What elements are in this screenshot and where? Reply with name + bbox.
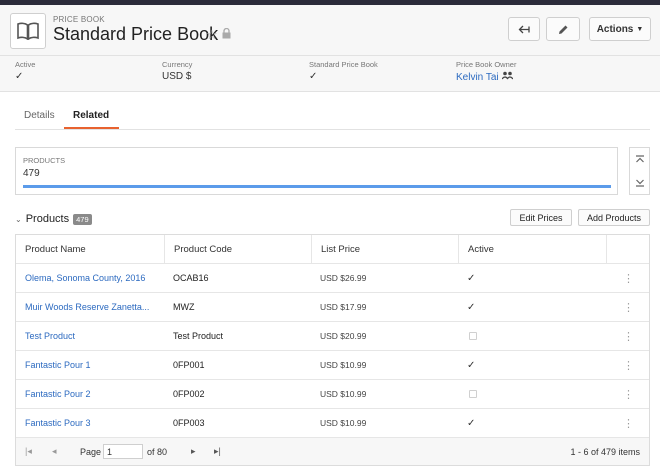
scroll-to-top-icon[interactable] (635, 151, 645, 169)
row-menu-icon[interactable]: ⋮ (623, 359, 634, 372)
row-menu-icon[interactable]: ⋮ (623, 301, 634, 314)
list-price: USD $17.99 (320, 302, 367, 312)
star-icon[interactable]: ☆ (206, 27, 218, 43)
table-row: Olema, Sonoma County, 2016 OCAB16 USD $26.… (16, 264, 649, 293)
table-header-row: Product Name Product Code List Price Act… (16, 235, 649, 264)
field-value: ✓ (15, 71, 24, 82)
product-code: Test Product (173, 331, 224, 341)
field-currency: Currency USD $ (162, 60, 192, 82)
edit-prices-button[interactable]: Edit Prices (510, 209, 572, 226)
lock-icon (222, 26, 231, 44)
product-code: 0FP003 (173, 418, 205, 428)
section-title: Products (25, 213, 70, 225)
tab-related[interactable]: Related (73, 110, 109, 121)
count-badge: 479 (73, 213, 92, 225)
first-page-icon[interactable]: |◂ (25, 438, 32, 465)
last-page-icon[interactable]: ▸| (214, 438, 221, 465)
products-section-header[interactable]: ⌄ Products 479 (15, 213, 92, 225)
product-name-link[interactable]: Fantastic Pour 3 (25, 418, 91, 428)
page-number-input[interactable] (103, 444, 143, 459)
edit-button[interactable] (546, 17, 580, 41)
field-label: Currency (162, 60, 193, 69)
field-active: Active ✓ (15, 60, 35, 82)
checkmark-icon: ✓ (467, 359, 476, 371)
table-row: Fantastic Pour 1 0FP001 USD $10.99 ✓ ⋮ (16, 351, 649, 380)
main-content: Details Related PRODUCTS 479 ⌄ Products … (0, 92, 660, 470)
page-title: Standard Price Book (53, 24, 219, 44)
add-products-button[interactable]: Add Products (578, 209, 650, 226)
chevron-down-icon[interactable]: ⌄ (15, 215, 22, 224)
summary-value: 479 (23, 168, 40, 179)
tab-bar: Details Related (15, 92, 650, 130)
product-name-link[interactable]: Test Product (25, 331, 75, 341)
product-name-link[interactable]: Fantastic Pour 2 (25, 389, 91, 399)
product-name-link[interactable]: Muir Woods Reserve Zanetta... (25, 302, 149, 312)
change-owner-icon[interactable] (501, 71, 514, 83)
page-label: Page (80, 446, 102, 457)
product-code: OCAB16 (173, 273, 209, 283)
table-row: Fantastic Pour 3 0FP003 USD $10.99 ✓ ⋮ (16, 409, 649, 438)
price-book-icon (10, 13, 46, 49)
active-tab-indicator (64, 127, 119, 129)
record-type-label: PRICE BOOK (53, 15, 105, 24)
product-name-link[interactable]: Fantastic Pour 1 (25, 360, 91, 370)
actions-dropdown-button[interactable]: Actions ▼ (589, 17, 651, 41)
product-name-link[interactable]: Olema, Sonoma County, 2016 (25, 273, 145, 283)
row-menu-icon[interactable]: ⋮ (623, 388, 634, 401)
list-price: USD $26.99 (320, 273, 367, 283)
scroll-to-bottom-icon[interactable] (635, 174, 645, 192)
checkmark-icon: ✓ (467, 272, 476, 284)
unchecked-box-icon (469, 390, 477, 398)
products-summary-card[interactable]: PRODUCTS 479 (15, 147, 618, 195)
item-range: 1 - 6 of 479 items (570, 446, 640, 457)
row-menu-icon[interactable]: ⋮ (623, 272, 634, 285)
field-owner: Price Book Owner Kelvin Tai (456, 60, 516, 83)
record-header: PRICE BOOK Standard Price Book ☆ Actions… (0, 5, 660, 55)
column-header-active[interactable]: Active (458, 235, 606, 263)
field-value: ✓ (309, 71, 318, 82)
products-table: Product Name Product Code List Price Act… (15, 234, 650, 466)
column-header-product-code[interactable]: Product Code (164, 235, 311, 263)
section-nav (629, 147, 650, 195)
caret-down-icon: ▼ (636, 25, 644, 33)
product-code: 0FP001 (173, 360, 205, 370)
tab-details[interactable]: Details (24, 110, 55, 121)
field-standard-price-book: Standard Price Book ✓ (309, 60, 378, 82)
summary-label: PRODUCTS (23, 156, 66, 165)
summary-progress-bar (23, 185, 611, 188)
field-label: Standard Price Book (309, 60, 378, 69)
list-price: USD $20.99 (320, 331, 367, 341)
product-code: MWZ (173, 302, 195, 312)
list-price: USD $10.99 (320, 389, 367, 399)
field-label: Active (15, 60, 36, 69)
column-header-product-name[interactable]: Product Name (16, 235, 164, 263)
pencil-icon (558, 25, 567, 34)
field-label: Price Book Owner (456, 60, 517, 69)
highlight-fields: Active ✓ Currency USD $ Standard Price B… (0, 55, 660, 92)
list-price: USD $10.99 (320, 360, 367, 370)
unchecked-box-icon (469, 332, 477, 340)
list-price: USD $10.99 (320, 418, 367, 428)
prev-page-icon[interactable]: ◂ (52, 438, 57, 465)
pagination-bar: |◂ ◂ Page of 80 ▸ ▸| 1 - 6 of 479 items (16, 438, 649, 465)
column-header-list-price[interactable]: List Price (311, 235, 458, 263)
row-menu-icon[interactable]: ⋮ (623, 417, 634, 430)
owner-link[interactable]: Kelvin Tai (456, 72, 499, 83)
back-arrow-icon (518, 25, 530, 33)
field-value: USD $ (162, 71, 192, 82)
back-button[interactable] (508, 17, 540, 41)
product-code: 0FP002 (173, 389, 205, 399)
table-row: Fantastic Pour 2 0FP002 USD $10.99 ⋮ (16, 380, 649, 409)
actions-label: Actions (596, 23, 634, 35)
checkmark-icon: ✓ (467, 301, 476, 313)
page-count: of 80 (147, 446, 168, 457)
row-menu-icon[interactable]: ⋮ (623, 330, 634, 343)
checkmark-icon: ✓ (467, 417, 476, 429)
next-page-icon[interactable]: ▸ (191, 438, 196, 465)
table-row: Test Product Test Product USD $20.99 ⋮ (16, 322, 649, 351)
column-header-actions (606, 235, 651, 263)
table-row: Muir Woods Reserve Zanetta... MWZ USD $17.… (16, 293, 649, 322)
